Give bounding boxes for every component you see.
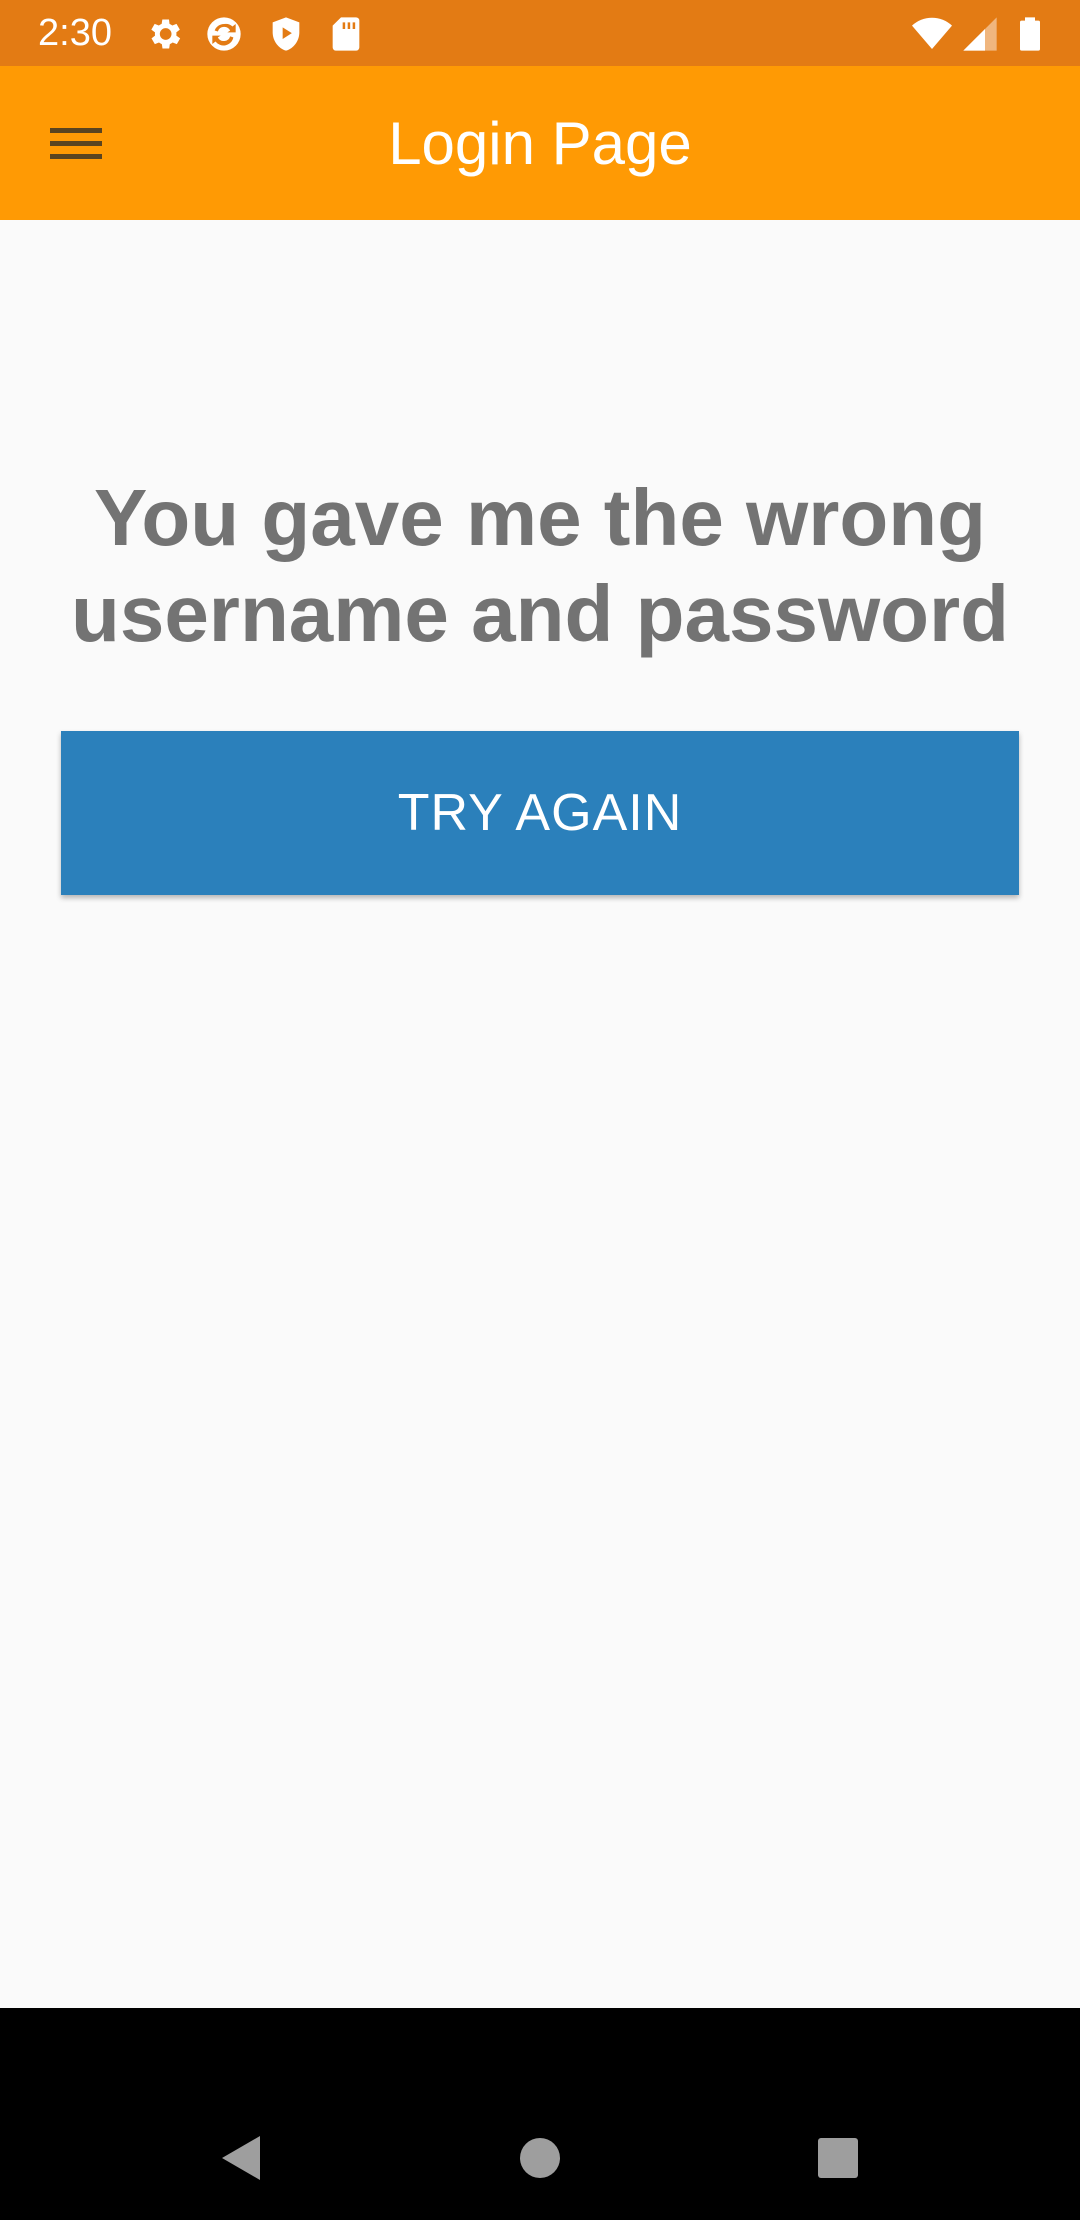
home-icon[interactable] <box>510 2128 570 2188</box>
status-time: 2:30 <box>38 12 112 54</box>
recents-icon[interactable] <box>808 2128 868 2188</box>
navigation-bar <box>0 2008 1080 2220</box>
gear-icon <box>144 14 184 54</box>
page-title: Login Page <box>388 110 692 177</box>
back-icon[interactable] <box>212 2128 272 2188</box>
sync-icon <box>204 14 244 54</box>
try-again-button[interactable]: TRY AGAIN <box>61 731 1019 895</box>
signal-icon <box>960 14 1000 54</box>
screen: 2:30 Login Page You gave me the wrong us… <box>0 0 1080 2220</box>
wifi-icon <box>912 14 952 54</box>
error-message: You gave me the wrong username and passw… <box>70 473 1010 658</box>
app-bar: Login Page <box>0 66 1080 220</box>
status-bar: 2:30 <box>0 0 1080 66</box>
sd-card-icon <box>326 14 366 54</box>
shield-play-icon <box>266 14 306 54</box>
battery-icon <box>1010 14 1050 54</box>
